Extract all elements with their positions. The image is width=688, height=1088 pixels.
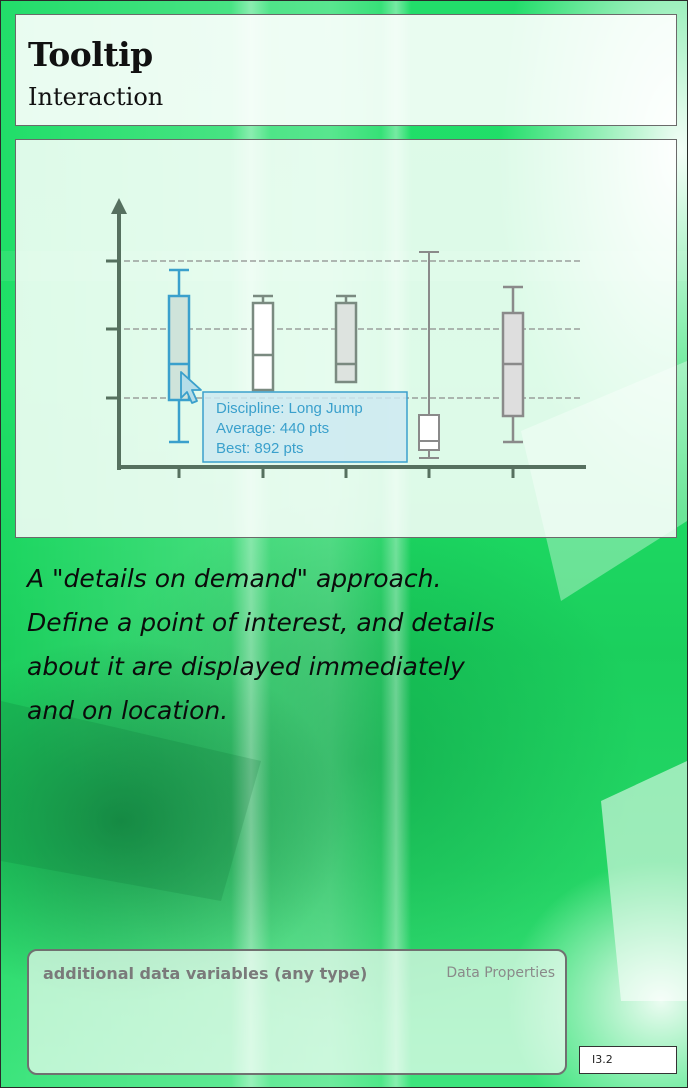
y-axis-arrow [111, 198, 127, 214]
card-title: Tooltip [28, 35, 153, 74]
description-line: and on location. [27, 696, 229, 725]
illustration-panel: Discipline: Long Jump Average: 440 pts B… [15, 139, 677, 538]
data-properties-panel: additional data variables (any type) Dat… [27, 949, 567, 1075]
tooltip-illustration: Discipline: Long Jump Average: 440 pts B… [106, 198, 586, 478]
description-line: A "details on demand" approach. [27, 564, 442, 593]
data-properties-label: additional data variables (any type) [43, 964, 368, 983]
tooltip-line-1: Discipline: Long Jump [216, 400, 363, 417]
boxplot [334, 294, 358, 384]
method-card: Tooltip Interaction Discipline: Long Jum… [0, 0, 688, 1088]
boxplot [418, 251, 440, 459]
card-code: I3.2 [592, 1053, 613, 1066]
title-panel: Tooltip Interaction [15, 14, 677, 126]
card-code-badge: I3.2 [579, 1046, 677, 1074]
boxplot [501, 285, 525, 444]
data-properties-header: Data Properties [446, 965, 555, 981]
description-line: Define a point of interest, and details [27, 608, 495, 637]
card-category: Interaction [28, 83, 164, 111]
tooltip-line-2: Average: 440 pts [216, 420, 329, 437]
description-line: about it are displayed immediately [27, 652, 465, 681]
boxplot-highlighted [167, 268, 191, 444]
card-description: A "details on demand" approach. Define a… [27, 557, 587, 733]
tooltip-line-3: Best: 892 pts [216, 440, 304, 457]
boxplot [251, 294, 275, 392]
